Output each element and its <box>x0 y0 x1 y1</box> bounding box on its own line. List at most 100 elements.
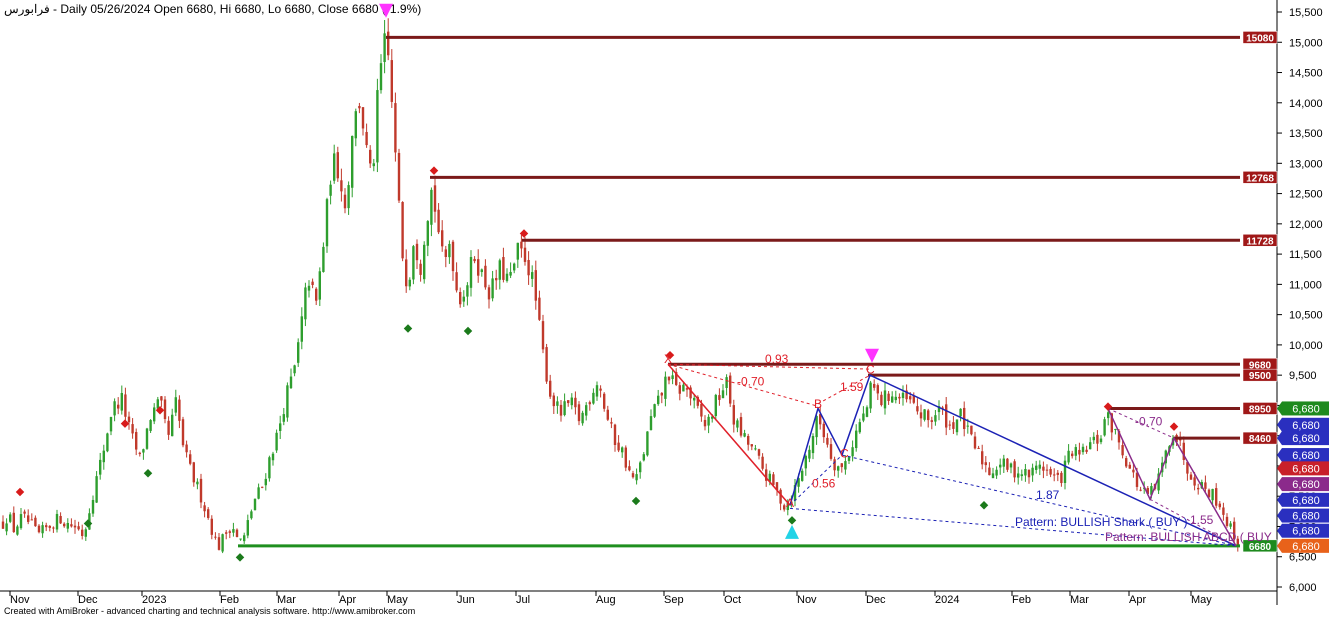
candle-body <box>581 412 584 424</box>
footer-credit: Created with AmiBroker - advanced charti… <box>4 606 416 616</box>
candle-body <box>1218 503 1221 508</box>
candle-body <box>862 413 865 421</box>
value-label-text: 6,680 <box>1292 450 1320 462</box>
x-tick-label: Oct <box>724 594 741 606</box>
x-tick-label: Apr <box>1129 594 1146 606</box>
y-tick-label: 14,000 <box>1289 98 1323 110</box>
candle-body <box>1002 458 1005 467</box>
candle-body <box>178 399 181 421</box>
candle-body <box>394 103 397 153</box>
candle-body <box>138 452 141 455</box>
candle-body <box>721 390 725 399</box>
x-tick-label: Aug <box>596 594 616 606</box>
candle-body <box>772 474 775 485</box>
candle-body <box>1204 482 1207 489</box>
candle-body <box>369 149 372 164</box>
candle-body <box>77 526 80 530</box>
price-chart[interactable]: 6,0006,5007,0007,5008,0008,5009,0009,500… <box>0 0 1336 619</box>
candle-body <box>1215 488 1218 506</box>
y-tick-label: 12,500 <box>1289 189 1323 201</box>
candle-body <box>401 201 404 259</box>
value-label-pointer <box>1277 492 1282 507</box>
candle-body <box>981 451 984 465</box>
candle-body <box>397 152 401 201</box>
candle-body <box>927 410 930 421</box>
candle-body <box>1225 516 1229 526</box>
candle-body <box>297 342 300 363</box>
candle-body <box>372 163 375 167</box>
candle-body <box>858 422 861 433</box>
candle-body <box>516 242 519 260</box>
candle-body <box>63 523 66 527</box>
candle-body <box>523 247 527 262</box>
pattern-annotation: -0.70 <box>1135 414 1163 428</box>
candle-body <box>387 31 390 56</box>
candle-body <box>379 63 383 91</box>
candle-body <box>333 153 336 181</box>
candle-body <box>541 321 545 350</box>
x-tick-label: Mar <box>277 594 296 606</box>
candle-body <box>628 466 631 471</box>
candle-body <box>1139 489 1142 491</box>
candle-body <box>106 433 109 452</box>
candle-body <box>268 457 271 479</box>
level-label: 8950 <box>1249 404 1272 415</box>
value-label-pointer <box>1277 448 1282 463</box>
pattern-annotation: Pattern: BULLISH ABCD ( BUY <box>1105 530 1272 544</box>
candle-body <box>991 473 995 479</box>
candle-body <box>945 404 948 428</box>
candle-body <box>286 385 289 418</box>
candle-body <box>174 397 177 413</box>
candle-body <box>250 511 253 519</box>
candle-body <box>559 404 563 416</box>
candle-body <box>1089 442 1092 450</box>
candle-body <box>833 459 836 471</box>
candle-body <box>113 401 116 416</box>
candle-body <box>12 512 15 533</box>
pivot-low-marker <box>235 553 245 562</box>
value-label-text: 6,680 <box>1292 541 1320 553</box>
value-label-text: 6,680 <box>1292 403 1320 415</box>
candle-body <box>567 400 570 404</box>
candle-body <box>621 447 624 453</box>
candle-body <box>739 417 743 436</box>
pattern-annotation: B <box>814 397 822 411</box>
candle-body <box>383 33 386 63</box>
candle-body <box>1081 446 1085 453</box>
candle-body <box>343 194 347 209</box>
candle-body <box>48 525 51 528</box>
candle-body <box>408 279 411 287</box>
candle-body <box>531 272 534 279</box>
candle-body <box>469 257 473 288</box>
candle-body <box>639 462 642 473</box>
candle-body <box>192 462 195 483</box>
candle-body <box>1017 473 1020 478</box>
candle-body <box>520 241 523 249</box>
candle-body <box>891 396 894 403</box>
candle-body <box>498 260 501 280</box>
candle-body <box>1092 436 1095 441</box>
candle-body <box>1031 467 1034 476</box>
candle-body <box>1006 458 1009 470</box>
candle-body <box>729 375 732 404</box>
candle-body <box>1197 487 1200 490</box>
candle-body <box>948 424 951 426</box>
y-tick-label: 6,500 <box>1289 552 1317 564</box>
candle-body <box>502 257 505 280</box>
candle-body <box>210 518 213 535</box>
candle-body <box>99 459 102 475</box>
candle-body <box>1096 434 1099 444</box>
candle-body <box>30 519 33 521</box>
value-label-text: 6,680 <box>1292 511 1320 523</box>
pivot-low-marker <box>83 519 93 528</box>
candle-body <box>221 534 224 552</box>
candle-body <box>52 527 55 529</box>
value-label-pointer <box>1277 523 1282 538</box>
candle-body <box>23 511 26 514</box>
pattern-annotation: 1.55 <box>1190 513 1214 527</box>
level-label: 8460 <box>1249 434 1272 445</box>
candle-body <box>631 473 635 478</box>
candle-body <box>441 230 444 247</box>
candle-body <box>444 249 447 258</box>
candle-body <box>282 414 285 422</box>
